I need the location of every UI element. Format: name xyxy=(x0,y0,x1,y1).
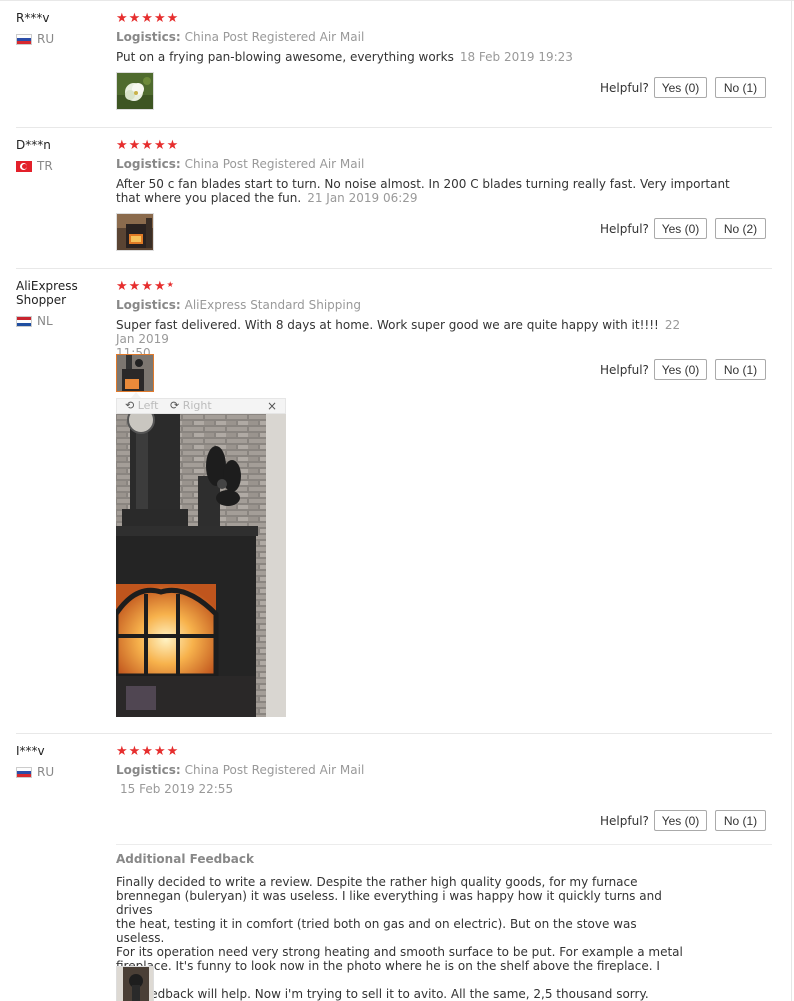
star-rating: ★★★★★ xyxy=(116,280,175,295)
logistics-info: Logistics: AliExpress Standard Shipping xyxy=(116,298,361,312)
logistics-info: Logistics: China Post Registered Air Mail xyxy=(116,763,364,777)
reviewer-name: I***v xyxy=(16,744,45,758)
additional-feedback-line: the heat, testing it in comfort (tried b… xyxy=(116,917,637,945)
review-text: 15 Feb 2019 22:55 xyxy=(116,782,233,796)
additional-feedback-text: Finally decided to write a review. Despi… xyxy=(116,875,686,1001)
stove-fan-photo-icon xyxy=(117,355,153,391)
logistics-info: Logistics: China Post Registered Air Mail xyxy=(116,157,364,171)
country-code: TR xyxy=(37,159,53,173)
star-rating-partial-icon: ★ xyxy=(166,280,175,289)
review-photo-thumbnail-selected[interactable] xyxy=(116,354,154,392)
review-body-line: After 50 c fan blades start to turn. No … xyxy=(116,177,730,191)
ru-flag-icon xyxy=(16,33,32,45)
image-viewer-toolbar: ⟲ Left ⟳ Right × xyxy=(116,398,286,414)
reviewer-country: TR xyxy=(16,159,53,173)
star-rating: ★★★★★ xyxy=(116,744,180,759)
right-border xyxy=(791,0,792,1001)
review-text: Put on a frying pan-blowing awesome, eve… xyxy=(116,50,573,64)
review-photo-thumbnail[interactable] xyxy=(116,72,154,110)
helpful-no-button[interactable]: No (1) xyxy=(715,77,766,98)
helpful-label: Helpful? xyxy=(600,814,649,828)
helpful-no-button[interactable]: No (1) xyxy=(715,359,766,380)
rotate-right-icon: ⟳ xyxy=(170,399,180,412)
review-time: 11:50 xyxy=(116,346,151,360)
country-code: NL xyxy=(37,314,53,328)
additional-feedback-line: For its operation need very strong heati… xyxy=(116,945,683,959)
logistics-info: Logistics: China Post Registered Air Mail xyxy=(116,30,364,44)
review-separator xyxy=(16,127,772,128)
reviewer-country: RU xyxy=(16,765,54,779)
helpful-label: Helpful? xyxy=(600,363,649,377)
nl-flag-icon xyxy=(16,315,32,327)
additional-feedback-title: Additional Feedback xyxy=(116,852,254,866)
top-border xyxy=(0,0,794,1)
helpful-yes-button[interactable]: Yes (0) xyxy=(654,359,707,380)
review-separator xyxy=(16,733,772,734)
additional-feedback-line: brennegan (buleryan) it was useless. I l… xyxy=(116,889,662,917)
reviewer-name: AliExpress Shopper xyxy=(16,279,78,307)
review-separator xyxy=(16,268,772,269)
reviewer-country: RU xyxy=(16,32,54,46)
logistics-label: Logistics: xyxy=(116,157,181,171)
reviewer-name-line: AliExpress xyxy=(16,279,78,293)
additional-feedback-line: fireplace. It's funny to look now in the… xyxy=(116,959,660,987)
reviewer-country: NL xyxy=(16,314,53,328)
additional-feedback-line: Finally decided to write a review. Despi… xyxy=(116,875,638,889)
logistics-value: China Post Registered Air Mail xyxy=(184,30,365,44)
helpful-yes-button[interactable]: Yes (0) xyxy=(654,77,707,98)
country-code: RU xyxy=(37,32,55,46)
logistics-value: China Post Registered Air Mail xyxy=(184,763,365,777)
review-body: Put on a frying pan-blowing awesome, eve… xyxy=(116,50,454,64)
reviewer-name: D***n xyxy=(16,138,51,152)
logistics-label: Logistics: xyxy=(116,30,181,44)
review-body: Super fast delivered. With 8 days at hom… xyxy=(116,318,659,332)
logistics-label: Logistics: xyxy=(116,763,181,777)
rotate-right-label: Right xyxy=(182,399,212,412)
review-text: Super fast delivered. With 8 days at hom… xyxy=(116,318,696,360)
rotate-right-control[interactable]: ⟳ Right xyxy=(170,399,212,413)
star-rating-full: ★★★★ xyxy=(116,279,167,294)
review-photo-thumbnail[interactable] xyxy=(116,966,154,1001)
helpful-yes-button[interactable]: Yes (0) xyxy=(654,218,707,239)
helpful-no-button[interactable]: No (2) xyxy=(715,218,766,239)
ru-flag-icon xyxy=(16,766,32,778)
country-code: RU xyxy=(37,765,55,779)
additional-feedback-separator xyxy=(116,844,772,845)
additional-feedback-line: my feedback will help. Now i'm trying to… xyxy=(116,987,649,1001)
review-photo-thumbnail[interactable] xyxy=(116,213,154,251)
stove-photo-icon xyxy=(117,214,153,250)
logistics-label: Logistics: xyxy=(116,298,181,312)
stove-fan-photo xyxy=(116,414,286,717)
logistics-value: AliExpress Standard Shipping xyxy=(184,298,361,312)
review-date: 18 Feb 2019 19:23 xyxy=(459,50,573,64)
close-viewer-button[interactable]: × xyxy=(267,399,277,413)
rotate-left-icon: ⟲ xyxy=(125,399,135,412)
rotate-left-control[interactable]: ⟲ Left xyxy=(125,399,158,413)
star-rating: ★★★★★ xyxy=(116,138,180,153)
helpful-label: Helpful? xyxy=(600,222,649,236)
helpful-no-button[interactable]: No (1) xyxy=(715,810,766,831)
reviewer-name-line: Shopper xyxy=(16,293,67,307)
rotate-left-label: Left xyxy=(137,399,159,412)
tr-flag-icon xyxy=(16,160,32,172)
reviewer-name: R***v xyxy=(16,11,50,25)
review-text: After 50 c fan blades start to turn. No … xyxy=(116,177,730,205)
review-date: 21 Jan 2019 06:29 xyxy=(307,191,418,205)
helpful-label: Helpful? xyxy=(600,81,649,95)
fan-shelf-photo-icon xyxy=(117,967,153,1001)
flower-photo-icon xyxy=(117,73,153,109)
star-rating: ★★★★★ xyxy=(116,11,180,26)
review-date: 15 Feb 2019 22:55 xyxy=(120,782,234,796)
review-body-line: that where you placed the fun. xyxy=(116,191,302,205)
logistics-value: China Post Registered Air Mail xyxy=(184,157,365,171)
helpful-yes-button[interactable]: Yes (0) xyxy=(654,810,707,831)
review-photo-large xyxy=(116,414,286,717)
